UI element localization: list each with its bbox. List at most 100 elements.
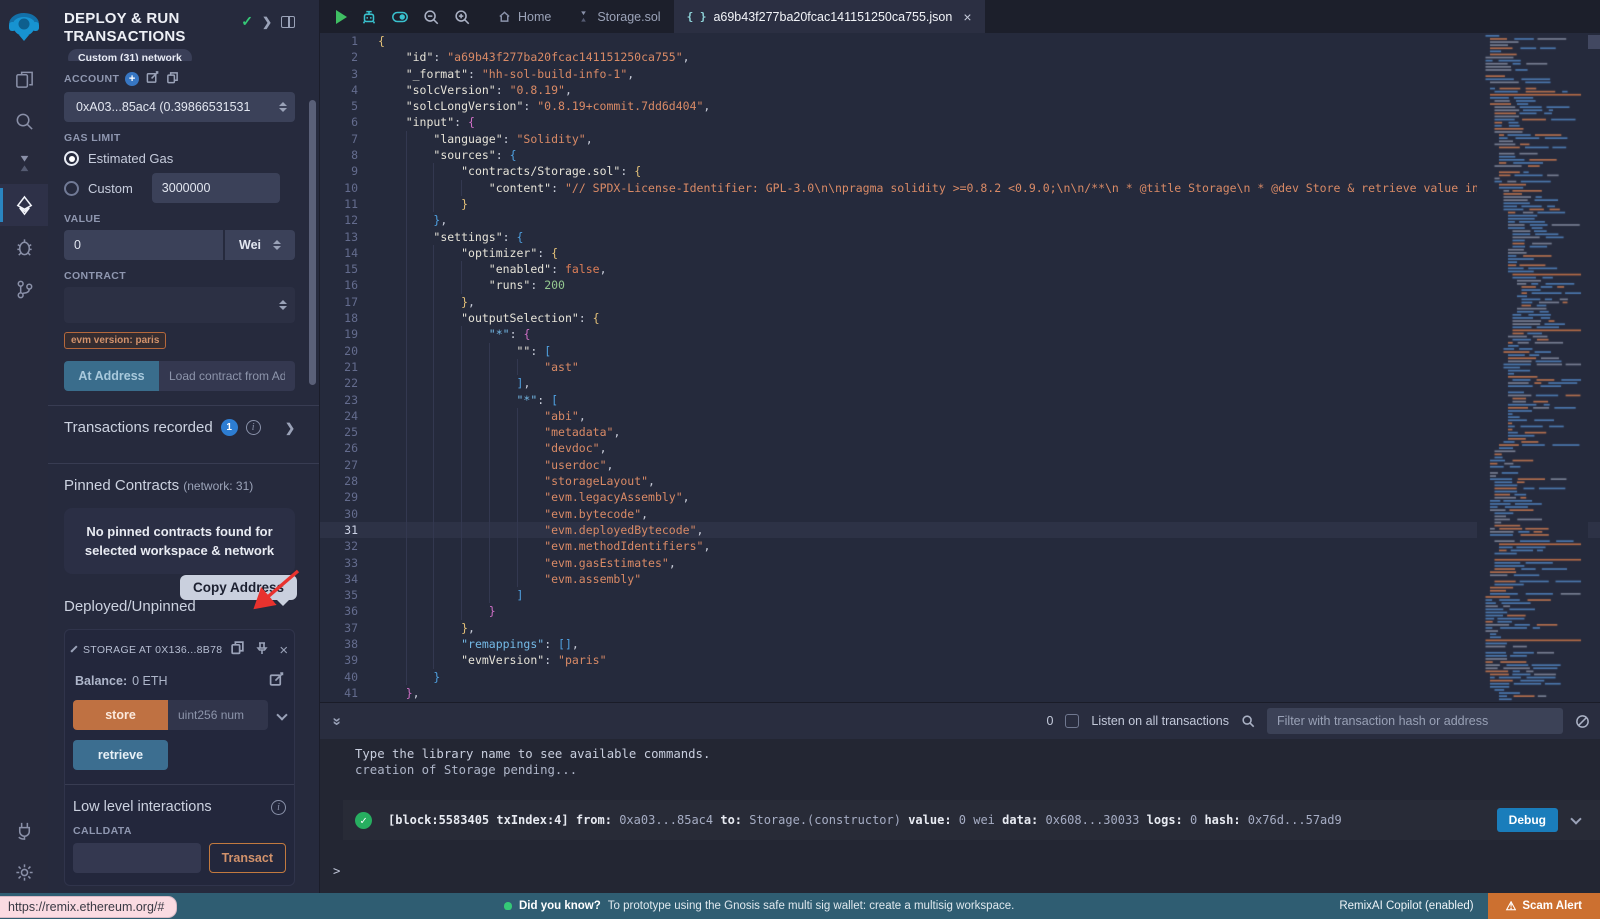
radio-selected-icon[interactable] xyxy=(64,151,79,166)
retrieve-function-button[interactable]: retrieve xyxy=(73,740,168,770)
code-line[interactable]: 29"evm.legacyAssembly", xyxy=(320,489,1600,505)
code-line[interactable]: 9"contracts/Storage.sol": { xyxy=(320,163,1600,179)
collapse-contract-icon[interactable] xyxy=(70,645,77,652)
plugin-manager-icon[interactable] xyxy=(0,809,48,851)
ai-assistant-icon[interactable] xyxy=(360,8,378,26)
code-line[interactable]: 15"enabled": false, xyxy=(320,261,1600,277)
solidity-compiler-icon[interactable] xyxy=(0,142,48,184)
run-script-icon[interactable] xyxy=(336,10,347,24)
gas-custom-input[interactable] xyxy=(152,173,280,203)
value-unit-select[interactable]: Wei xyxy=(225,230,295,260)
zoom-out-icon[interactable] xyxy=(422,8,440,26)
pin-panel-icon[interactable] xyxy=(281,16,295,28)
radio-unselected-icon[interactable] xyxy=(64,181,79,196)
store-args-input[interactable] xyxy=(168,700,268,730)
code-line[interactable]: 13"settings": { xyxy=(320,229,1600,245)
store-function-button[interactable]: store xyxy=(73,700,168,730)
code-line[interactable]: 14"optimizer": { xyxy=(320,245,1600,261)
tab-build-info-json[interactable]: { } a69b43f277ba20fcac141151250ca755.jso… xyxy=(674,0,985,33)
pin-contract-icon[interactable] xyxy=(255,641,269,660)
code-line[interactable]: 3"_format": "hh-sol-build-info-1", xyxy=(320,66,1600,82)
code-line[interactable]: 21"ast" xyxy=(320,359,1600,375)
code-line[interactable]: 27"userdoc", xyxy=(320,457,1600,473)
panel-scrollbar[interactable] xyxy=(309,100,316,385)
code-line[interactable]: 19"*": { xyxy=(320,326,1600,342)
copy-account-icon[interactable] xyxy=(166,71,179,87)
remix-logo-icon[interactable] xyxy=(6,8,42,44)
git-icon[interactable] xyxy=(0,268,48,310)
expand-terminal-icon[interactable]: « xyxy=(328,717,345,725)
info-icon[interactable]: i xyxy=(246,420,261,435)
edit-account-icon[interactable] xyxy=(146,71,159,87)
account-stepper-icon[interactable] xyxy=(279,102,287,112)
debugger-icon[interactable] xyxy=(0,226,48,268)
zoom-in-icon[interactable] xyxy=(453,8,471,26)
debug-button[interactable]: Debug xyxy=(1497,808,1558,832)
code-line[interactable]: 8"sources": { xyxy=(320,147,1600,163)
code-line[interactable]: 38"remappings": [], xyxy=(320,636,1600,652)
tab-home[interactable]: Home xyxy=(485,0,564,33)
expand-section-icon[interactable]: ❯ xyxy=(285,421,295,435)
code-line[interactable]: 10"content": "// SPDX-License-Identifier… xyxy=(320,180,1600,196)
code-line[interactable]: 5"solcLongVersion": "0.8.19+commit.7dd6d… xyxy=(320,98,1600,114)
editor-scrollbar[interactable] xyxy=(1588,35,1600,49)
calldata-input[interactable] xyxy=(73,843,201,873)
code-line[interactable]: 35] xyxy=(320,587,1600,603)
code-line[interactable]: 32"evm.methodIdentifiers", xyxy=(320,538,1600,554)
code-line[interactable]: 16"runs": 200 xyxy=(320,277,1600,293)
file-explorer-icon[interactable] xyxy=(0,58,48,100)
close-tab-icon[interactable]: × xyxy=(963,9,971,25)
transact-button[interactable]: Transact xyxy=(209,843,286,873)
code-line[interactable]: 23"*": [ xyxy=(320,392,1600,408)
code-lines[interactable]: 1{2"id": "a69b43f277ba20fcac141151250ca7… xyxy=(320,33,1600,701)
minimap[interactable] xyxy=(1477,33,1588,702)
code-line[interactable]: 25"metadata", xyxy=(320,424,1600,440)
edit-balance-icon[interactable] xyxy=(269,672,284,690)
listen-checkbox[interactable] xyxy=(1065,714,1079,728)
transactions-recorded-row[interactable]: Transactions recorded 1 i ❯ xyxy=(64,406,295,449)
code-line[interactable]: 41}, xyxy=(320,685,1600,701)
unit-stepper-icon[interactable] xyxy=(273,240,281,250)
code-line[interactable]: 30"evm.bytecode", xyxy=(320,506,1600,522)
code-line[interactable]: 33"evm.gasEstimates", xyxy=(320,555,1600,571)
code-line[interactable]: 18"outputSelection": { xyxy=(320,310,1600,326)
code-line[interactable]: 36} xyxy=(320,603,1600,619)
code-line[interactable]: 12}, xyxy=(320,212,1600,228)
remove-contract-icon[interactable]: × xyxy=(279,642,288,659)
tab-storage-sol[interactable]: Storage.sol xyxy=(564,0,673,33)
clear-console-icon[interactable] xyxy=(1575,714,1590,729)
gas-custom-radio[interactable]: Custom xyxy=(64,173,295,203)
scam-alert-badge[interactable]: ⚠ Scam Alert xyxy=(1488,893,1600,919)
code-line[interactable]: 4"solcVersion": "0.8.19", xyxy=(320,82,1600,98)
at-address-button[interactable]: At Address xyxy=(64,361,159,391)
copilot-toggle-icon[interactable] xyxy=(391,8,409,26)
expand-args-icon[interactable] xyxy=(276,709,287,720)
terminal-filter-input[interactable] xyxy=(1267,708,1563,734)
collapse-panel-icon[interactable]: ❯ xyxy=(262,15,272,29)
terminal-output[interactable]: Type the library name to see available c… xyxy=(320,739,1600,893)
terminal-prompt[interactable]: > xyxy=(333,864,1600,878)
code-line[interactable]: 22], xyxy=(320,375,1600,391)
code-line[interactable]: 11} xyxy=(320,196,1600,212)
code-line[interactable]: 7"language": "Solidity", xyxy=(320,131,1600,147)
code-line[interactable]: 17}, xyxy=(320,294,1600,310)
add-account-icon[interactable]: + xyxy=(125,72,139,86)
code-line[interactable]: 31"evm.deployedBytecode", xyxy=(320,522,1600,538)
code-line[interactable]: 1{ xyxy=(320,33,1600,49)
value-input[interactable] xyxy=(64,230,223,260)
account-select[interactable]: 0xA03...85ac4 (0.39866531531 xyxy=(64,92,295,122)
deploy-run-icon[interactable] xyxy=(0,184,48,226)
expand-tx-icon[interactable] xyxy=(1570,813,1581,824)
code-line[interactable]: 34"evm.assembly" xyxy=(320,571,1600,587)
code-line[interactable]: 28"storageLayout", xyxy=(320,473,1600,489)
code-line[interactable]: 24"abi", xyxy=(320,408,1600,424)
code-line[interactable]: 40} xyxy=(320,669,1600,685)
code-line[interactable]: 20"": [ xyxy=(320,343,1600,359)
at-address-input[interactable] xyxy=(159,361,295,391)
code-line[interactable]: 39"evmVersion": "paris" xyxy=(320,652,1600,668)
code-editor[interactable]: 1{2"id": "a69b43f277ba20fcac141151250ca7… xyxy=(320,33,1600,702)
code-line[interactable]: 26"devdoc", xyxy=(320,440,1600,456)
search-icon[interactable] xyxy=(0,100,48,142)
code-line[interactable]: 2"id": "a69b43f277ba20fcac141151250ca755… xyxy=(320,49,1600,65)
code-line[interactable]: 6"input": { xyxy=(320,114,1600,130)
